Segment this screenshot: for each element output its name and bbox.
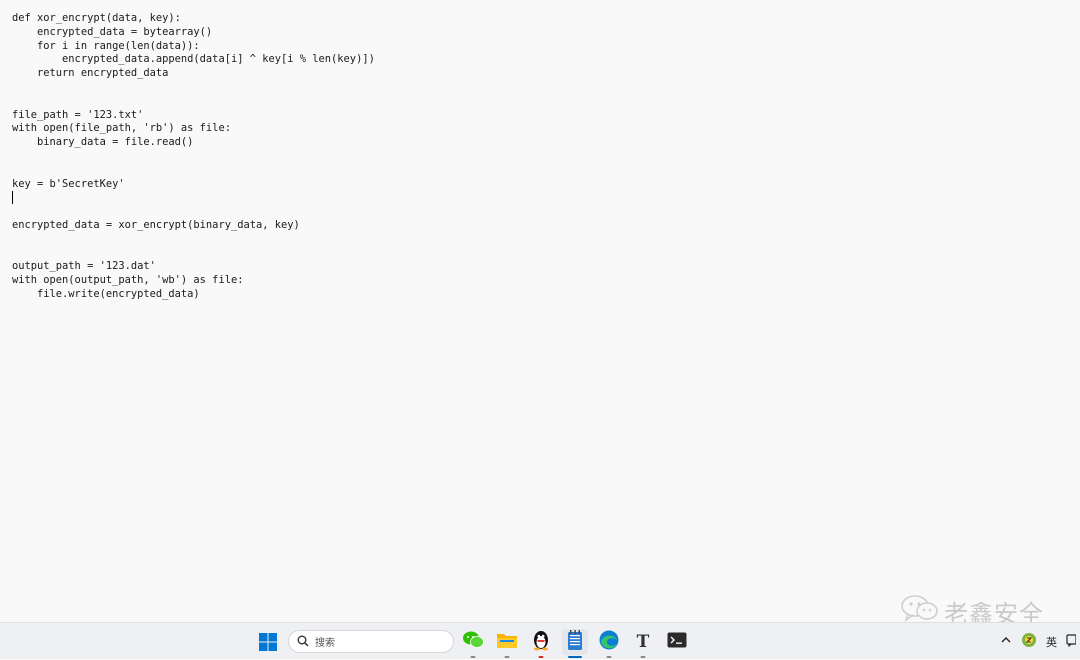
windows-start-icon[interactable]: [255, 629, 281, 655]
edge-icon: [598, 629, 620, 655]
taskbar-app-notepad[interactable]: [562, 629, 588, 658]
taskbar-app-terminal[interactable]: [664, 629, 690, 655]
code-line: file_path = '123.txt': [12, 108, 144, 121]
taskbar: 搜索 T 英: [0, 622, 1080, 659]
language-indicator[interactable]: 英: [1046, 634, 1057, 650]
code-line: binary_data = file.read(): [12, 136, 194, 149]
taskbar-app-typora[interactable]: T: [630, 629, 656, 658]
running-indicator: [606, 656, 612, 658]
wechat-icon: [462, 630, 484, 654]
running-indicator: [640, 656, 646, 658]
taskbar-search-box[interactable]: 搜索: [288, 630, 454, 653]
ime-status-icon[interactable]: [1021, 632, 1037, 651]
system-tray: 英: [1000, 623, 1077, 660]
taskbar-app-qq[interactable]: [528, 629, 554, 658]
editor-area[interactable]: def xor_encrypt(data, key): encrypted_da…: [0, 0, 1080, 622]
code-line: encrypted_data.append(data[i] ^ key[i % …: [12, 53, 375, 66]
code-line: key = b'SecretKey': [12, 177, 125, 190]
code-line: with open(file_path, 'rb') as file:: [12, 122, 231, 135]
qq-penguin-icon: [532, 629, 550, 655]
code-text[interactable]: def xor_encrypt(data, key): encrypted_da…: [12, 12, 375, 302]
running-indicator: [470, 656, 476, 658]
search-icon: [297, 632, 309, 651]
notepad-icon: [566, 629, 584, 655]
search-placeholder: 搜索: [315, 638, 335, 649]
code-line: with open(output_path, 'wb') as file:: [12, 274, 244, 287]
taskbar-app-wechat[interactable]: [460, 629, 486, 658]
terminal-icon: [667, 632, 687, 652]
code-line: [12, 191, 375, 205]
code-line: return encrypted_data: [12, 67, 169, 80]
code-line: output_path = '123.dat': [12, 260, 156, 273]
code-line: encrypted_data = xor_encrypt(binary_data…: [12, 218, 300, 231]
notification-icon[interactable]: [1066, 633, 1077, 650]
code-line: for i in range(len(data)):: [12, 39, 200, 52]
text-caret: [12, 191, 13, 205]
code-line: def xor_encrypt(data, key):: [12, 12, 181, 24]
code-line: encrypted_data = bytearray(): [12, 25, 213, 38]
folder-icon: [496, 631, 518, 653]
chevron-up-icon[interactable]: [1000, 635, 1012, 648]
code-line: file.write(encrypted_data): [12, 287, 200, 300]
running-indicator: [538, 656, 544, 658]
active-indicator: [568, 656, 582, 658]
taskbar-app-file-explorer[interactable]: [494, 629, 520, 658]
typora-icon: T: [636, 632, 650, 652]
running-indicator: [504, 656, 510, 658]
taskbar-app-edge[interactable]: [596, 629, 622, 658]
